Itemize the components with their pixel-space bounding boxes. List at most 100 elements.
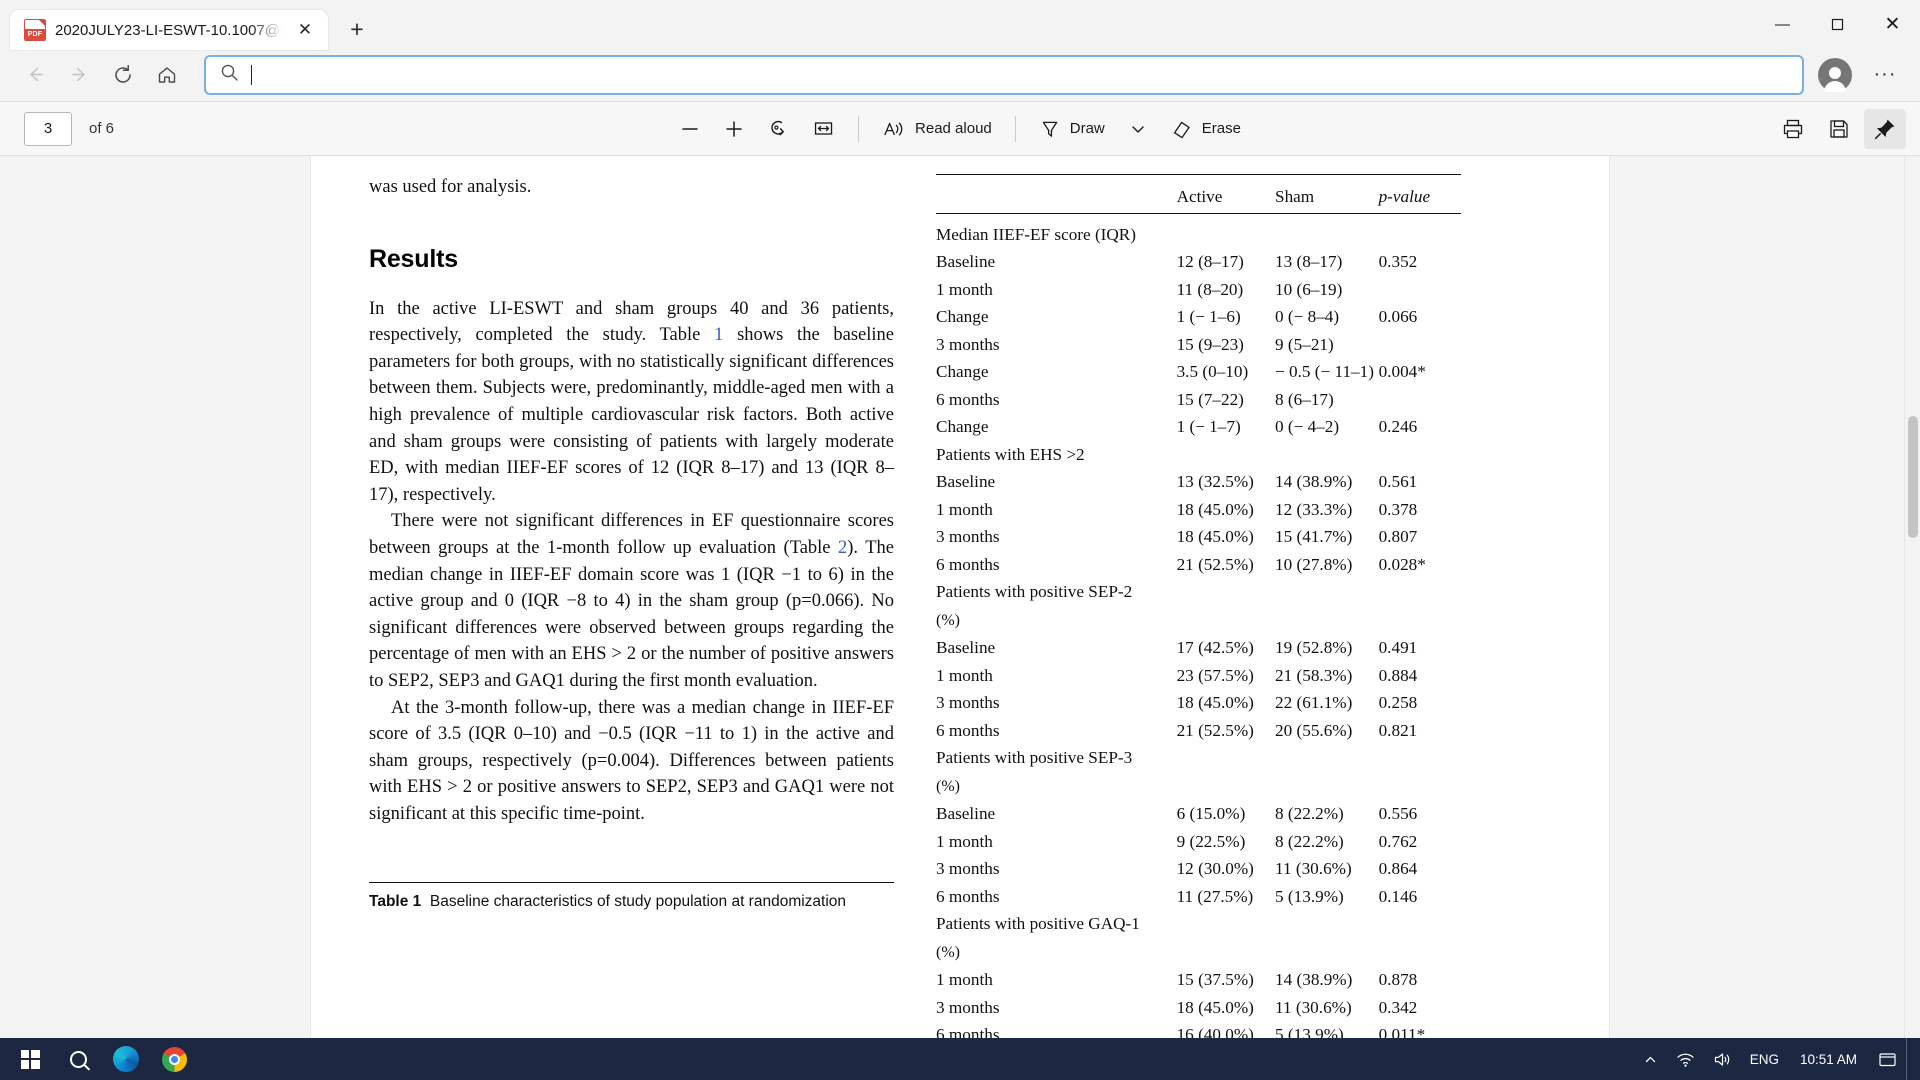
table-row-label: 3 months [936, 997, 1000, 1017]
maximize-button[interactable] [1810, 0, 1865, 48]
table-2-link[interactable]: 2 [838, 538, 847, 558]
new-tab-button[interactable]: + [338, 12, 376, 46]
table-cell-sham [1275, 441, 1379, 469]
start-button[interactable] [6, 1038, 54, 1080]
table-cell-pvalue [1379, 276, 1461, 304]
table-1-caption-text: Baseline characteristics of study popula… [429, 893, 847, 911]
table-row: Patients with positive GAQ-1 (%) [936, 910, 1461, 966]
table-row: 3 months 15 (9–23) 9 (5–21) [936, 331, 1461, 359]
table-cell-pvalue: 0.352 [1378, 252, 1418, 271]
table-cell-pvalue [1379, 221, 1461, 249]
draw-label: Draw [1069, 120, 1105, 137]
pdf-file-icon: PDF [24, 19, 46, 41]
table-cell-pvalue: 0.561 [1378, 472, 1418, 491]
pdf-viewer[interactable]: was used for analysis. Results In the ac… [0, 156, 1920, 1038]
pin-toolbar-icon[interactable] [1864, 108, 1906, 149]
browser-tab[interactable]: PDF 2020JULY23-LI-ESWT-10.1007@s ✕ [10, 10, 328, 50]
scrollbar-thumb[interactable] [1908, 416, 1918, 538]
table-1-caption: Table 1 Baseline characteristics of stud… [369, 875, 894, 911]
taskbar-chrome-icon[interactable] [150, 1038, 198, 1080]
table-cell-pvalue: 0.246 [1378, 417, 1418, 436]
table-row-label: Baseline [936, 472, 996, 491]
table-cell-sham: 22 (61.1%) [1275, 693, 1353, 712]
table-cell-active [1177, 441, 1275, 469]
table-row-label: 3 months [936, 334, 1000, 354]
print-icon[interactable] [1772, 109, 1814, 149]
pdf-toolbar: 3 of 6 Read aloud Draw Erase [0, 102, 1920, 156]
vertical-scrollbar[interactable] [1904, 156, 1920, 1038]
table-cell-active: 6 (15.0%) [1176, 804, 1246, 823]
windows-logo-icon [20, 1049, 40, 1069]
table-cell-pvalue [1379, 578, 1461, 634]
tray-expand-chevron-up-icon[interactable] [1634, 1038, 1667, 1080]
table-rule-mid [936, 213, 1461, 221]
refresh-icon[interactable] [102, 54, 144, 96]
language-indicator[interactable]: ENG [1741, 1038, 1788, 1080]
draw-button[interactable]: Draw [1030, 109, 1114, 149]
table-cell-pvalue: 0.884 [1378, 665, 1418, 685]
show-desktop-button[interactable] [1906, 1038, 1914, 1080]
taskbar-edge-icon[interactable] [102, 1038, 150, 1080]
address-bar[interactable] [204, 54, 1804, 95]
table-row-label: 1 month [936, 499, 993, 519]
table-row-label: Median IIEF-EF score (IQR) [936, 224, 1136, 244]
table-row: Patients with positive SEP-3 (%) [936, 744, 1461, 800]
rotate-page-icon[interactable] [758, 109, 799, 149]
table-cell-pvalue: 0.378 [1378, 499, 1418, 519]
table-cell-sham: 5 (13.9%) [1275, 1025, 1344, 1038]
table-row-label: 1 month [936, 831, 993, 851]
notifications-icon[interactable] [1869, 1038, 1906, 1080]
read-aloud-button[interactable]: Read aloud [873, 109, 1001, 149]
zoom-in-button[interactable] [714, 109, 754, 149]
save-icon[interactable] [1818, 109, 1860, 149]
table-cell-sham: 21 (58.3%) [1275, 665, 1353, 685]
table-cell-sham [1275, 910, 1379, 966]
browser-settings-icon[interactable]: ··· [1864, 54, 1906, 96]
erase-button[interactable]: Erase [1162, 109, 1250, 149]
table-row: 6 months 15 (7–22) 8 (6–17) [936, 386, 1461, 414]
paragraph-1: In the active LI-ESWT and sham groups 40… [369, 296, 894, 509]
table-1-link[interactable]: 1 [714, 325, 723, 345]
zoom-out-button[interactable] [670, 109, 710, 149]
table-cell-active: 21 (52.5%) [1176, 554, 1254, 574]
caption-rule [369, 882, 894, 884]
taskbar-clock[interactable]: 10:51 AM [1788, 1038, 1869, 1080]
table-row-label: 6 months [936, 1025, 1000, 1038]
table-row-label: Change [936, 362, 989, 381]
draw-options-chevron-down-icon[interactable] [1118, 109, 1158, 149]
table-column-header: Sham [1275, 186, 1315, 206]
table-row: Patients with positive SEP-2 (%) [936, 578, 1461, 634]
table-row-label: 6 months [936, 554, 1000, 574]
table-cell-sham [1275, 578, 1379, 634]
table-cell-pvalue: 0.878 [1378, 970, 1418, 989]
table-row: Change 1 (− 1–6) 0 (− 8–4) 0.066 [936, 303, 1461, 331]
home-icon[interactable] [146, 54, 188, 96]
minimize-button[interactable]: — [1755, 0, 1810, 48]
table-row-label: Baseline [936, 804, 996, 823]
forward-icon[interactable] [58, 54, 100, 96]
table-cell-pvalue: 0.011* [1378, 1025, 1426, 1038]
results-table: Active Sham p-value Median IIEF-EF score (I… [936, 174, 1461, 1038]
windows-taskbar: ENG 10:51 AM [0, 1038, 1920, 1080]
table-cell-active: 1 (− 1–6) [1176, 307, 1241, 326]
close-tab-icon[interactable]: ✕ [292, 17, 318, 43]
taskbar-search-icon[interactable] [54, 1038, 102, 1080]
table-cell-sham: 8 (6–17) [1275, 389, 1334, 409]
table-cell-pvalue: 0.807 [1378, 527, 1418, 546]
table-row: 3 months 18 (45.0%) 22 (61.1%) 0.258 [936, 689, 1461, 717]
table-cell-sham: 20 (55.6%) [1275, 720, 1353, 740]
network-icon[interactable] [1667, 1038, 1704, 1080]
profile-avatar[interactable] [1818, 57, 1852, 92]
volume-icon[interactable] [1704, 1038, 1741, 1080]
table-row: 1 month 23 (57.5%) 21 (58.3%) 0.884 [936, 662, 1461, 690]
table-row: 6 months 21 (52.5%) 20 (55.6%) 0.821 [936, 717, 1461, 745]
back-icon[interactable] [14, 54, 56, 96]
close-window-button[interactable]: ✕ [1865, 0, 1920, 48]
table-cell-active: 12 (30.0%) [1176, 859, 1254, 878]
table-cell-sham: − 0.5 (− 11–1) [1275, 362, 1374, 381]
page-number-input[interactable]: 3 [24, 111, 72, 146]
table-cell-sham: 15 (41.7%) [1275, 527, 1353, 546]
fit-to-width-icon[interactable] [803, 109, 844, 149]
tab-strip: PDF 2020JULY23-LI-ESWT-10.1007@s ✕ + — ✕ [0, 0, 1920, 50]
system-tray: ENG 10:51 AM [1634, 1038, 1914, 1080]
